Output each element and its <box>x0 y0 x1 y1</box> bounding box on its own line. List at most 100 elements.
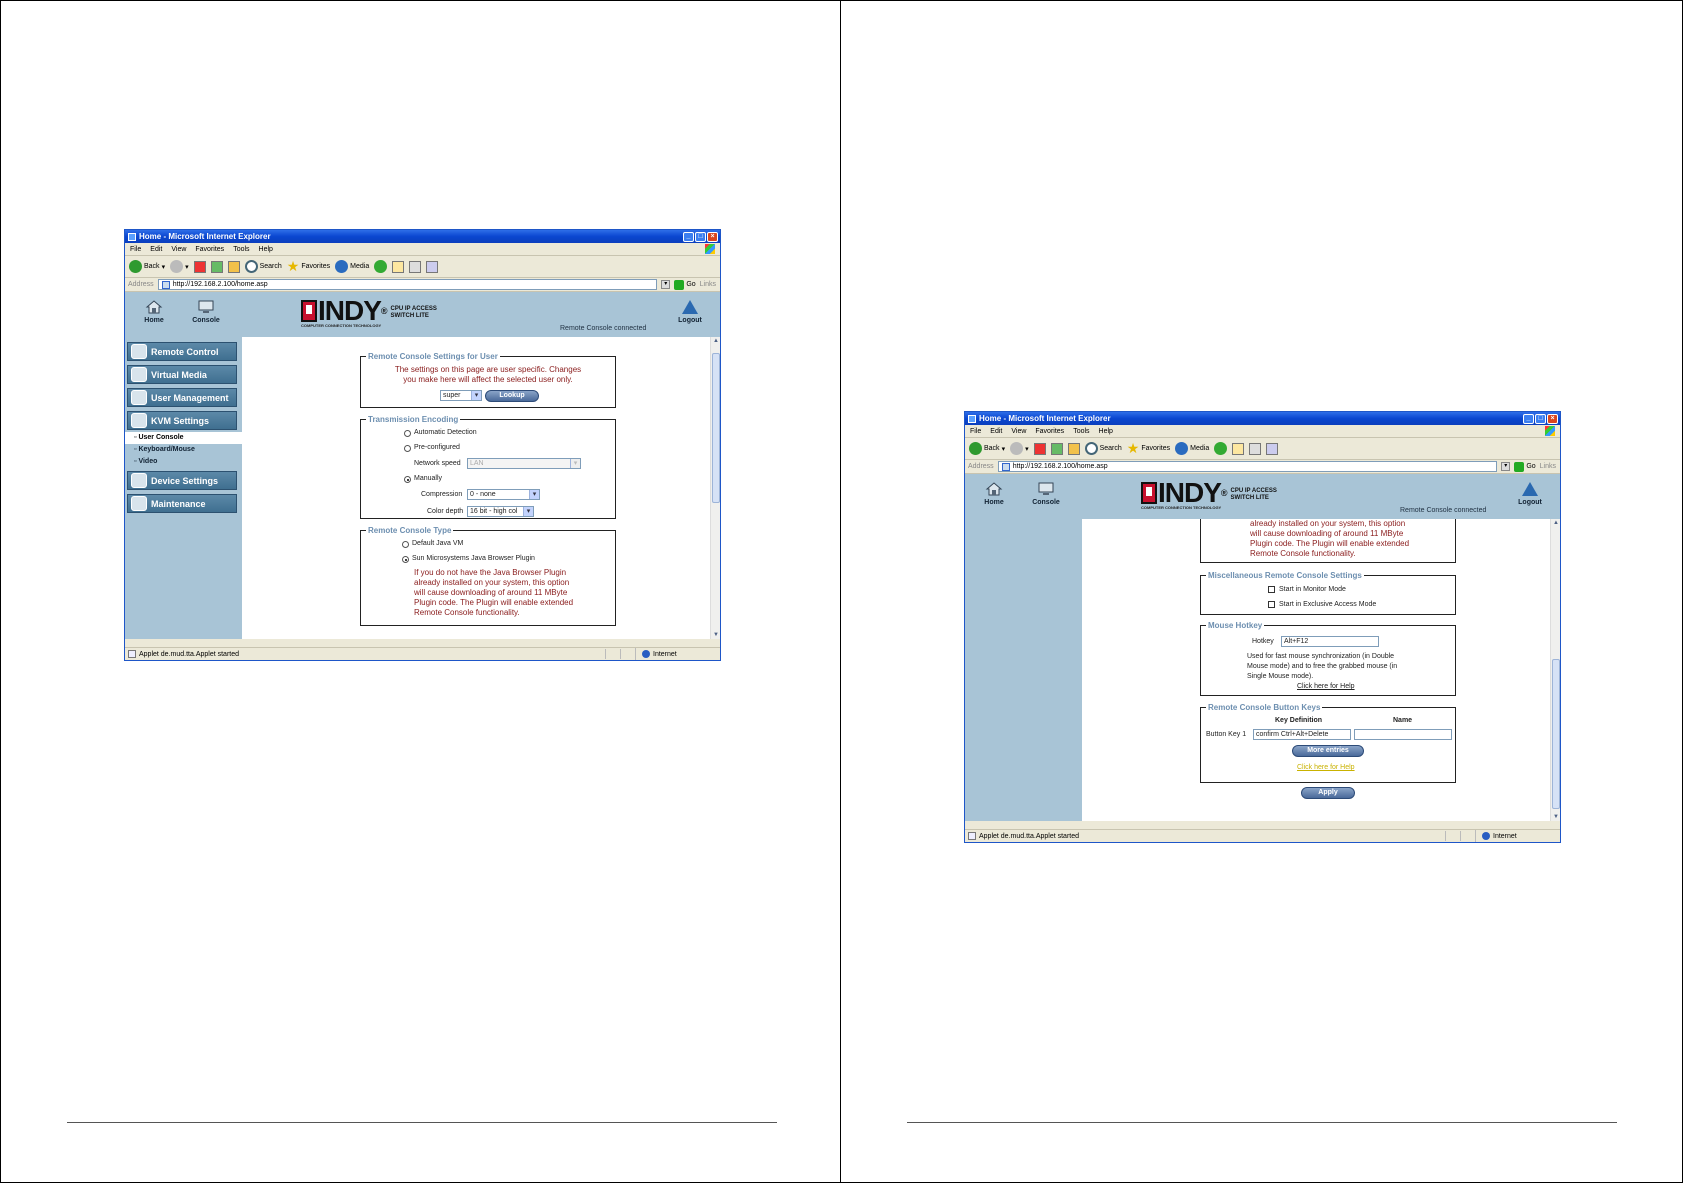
menu-tools[interactable]: Tools <box>233 246 249 253</box>
address-field[interactable]: http://192.168.2.100/home.asp <box>997 461 1498 472</box>
color-depth-label: Color depth <box>427 508 464 515</box>
media-button[interactable]: Media <box>1175 442 1209 455</box>
scroll-thumb[interactable] <box>712 353 720 503</box>
forward-button[interactable]: ▾ <box>1010 442 1029 455</box>
sidebar-item-kvm-settings[interactable]: KVM Settings <box>127 411 237 430</box>
menu-file[interactable]: File <box>130 246 141 253</box>
console-monitor-icon <box>198 300 214 313</box>
stop-icon[interactable] <box>193 260 206 273</box>
default-java-vm-radio[interactable] <box>402 541 409 548</box>
lookup-button[interactable]: Lookup <box>485 390 539 402</box>
refresh-icon[interactable] <box>210 260 223 273</box>
logout-button[interactable]: Logout <box>1514 482 1546 506</box>
maximize-button[interactable]: □ <box>1535 413 1546 424</box>
footer-rule <box>907 1122 1617 1123</box>
hotkey-input[interactable]: Alt+F12 <box>1281 636 1379 647</box>
edit-icon[interactable] <box>426 260 439 273</box>
search-button[interactable]: Search <box>1084 442 1122 455</box>
vertical-scrollbar[interactable]: ▲ ▼ <box>1550 519 1560 821</box>
section-legend: Mouse Hotkey <box>1208 621 1263 630</box>
compression-select[interactable]: 0 - none <box>467 489 540 500</box>
menu-edit[interactable]: Edit <box>990 428 1002 435</box>
links-label[interactable]: Links <box>1540 463 1560 470</box>
menu-favorites[interactable]: Favorites <box>1035 428 1064 435</box>
address-dropdown-icon[interactable]: ▾ <box>1501 462 1511 471</box>
status-divider <box>1460 831 1461 841</box>
menu-view[interactable]: View <box>171 246 186 253</box>
network-speed-select[interactable]: LAN <box>467 458 581 469</box>
button-key-1-name-input[interactable] <box>1354 729 1452 740</box>
favorites-button[interactable]: ★ Favorites <box>287 258 330 275</box>
console-nav-button[interactable]: Console <box>1026 482 1066 506</box>
home-icon[interactable] <box>227 260 240 273</box>
home-icon[interactable] <box>1067 442 1080 455</box>
sidebar-item-device-settings[interactable]: Device Settings <box>127 471 237 490</box>
sun-plugin-radio[interactable] <box>402 556 409 563</box>
hotkey-help-link[interactable]: Click here for Help <box>1297 683 1355 690</box>
sidebar-item-remote-control[interactable]: Remote Control <box>127 342 237 361</box>
sidebar-item-user-management[interactable]: User Management <box>127 388 237 407</box>
links-label[interactable]: Links <box>700 281 720 288</box>
menu-tools[interactable]: Tools <box>1073 428 1089 435</box>
close-button[interactable]: × <box>707 231 718 242</box>
console-nav-button[interactable]: Console <box>186 300 226 324</box>
favorites-button[interactable]: ★ Favorites <box>1127 440 1170 457</box>
search-button[interactable]: Search <box>244 260 282 273</box>
history-icon[interactable] <box>374 260 388 273</box>
edit-icon[interactable] <box>1266 442 1279 455</box>
sidebar-item-virtual-media[interactable]: Virtual Media <box>127 365 237 384</box>
back-button[interactable]: Back ▾ <box>129 260 165 273</box>
search-icon <box>1084 442 1098 455</box>
color-depth-select[interactable]: 16 bit - high col <box>467 506 534 517</box>
minimize-button[interactable]: _ <box>1523 413 1534 424</box>
sidebar-subitem-video[interactable]: ▫ Video <box>125 456 242 468</box>
forward-button[interactable]: ▾ <box>170 260 189 273</box>
button-key-1-definition-input[interactable]: confirm Ctrl+Alt+Delete <box>1253 729 1351 740</box>
menu-help[interactable]: Help <box>1099 428 1113 435</box>
menu-favorites[interactable]: Favorites <box>195 246 224 253</box>
window-controls: _ □ × <box>683 231 720 242</box>
automatic-detection-radio[interactable] <box>404 430 411 437</box>
address-dropdown-icon[interactable]: ▾ <box>661 280 671 289</box>
home-nav-button[interactable]: Home <box>974 482 1014 506</box>
scroll-up-icon[interactable]: ▲ <box>1552 519 1560 527</box>
close-button[interactable]: × <box>1547 413 1558 424</box>
media-button[interactable]: Media <box>335 260 369 273</box>
sidebar-subitem-user-console[interactable]: ▫ User Console <box>125 432 242 444</box>
maximize-button[interactable]: □ <box>695 231 706 242</box>
mail-icon[interactable] <box>392 260 405 273</box>
scroll-up-icon[interactable]: ▲ <box>712 337 720 345</box>
exclusive-mode-checkbox[interactable] <box>1268 601 1275 608</box>
print-icon[interactable] <box>1249 442 1262 455</box>
monitor-mode-checkbox[interactable] <box>1268 586 1275 593</box>
refresh-icon[interactable] <box>1050 442 1063 455</box>
history-icon[interactable] <box>1214 442 1228 455</box>
more-entries-button[interactable]: More entries <box>1292 745 1364 757</box>
go-button[interactable]: Go <box>674 279 696 290</box>
menu-view[interactable]: View <box>1011 428 1026 435</box>
menu-help[interactable]: Help <box>259 246 273 253</box>
vertical-scrollbar[interactable]: ▲ ▼ <box>710 337 720 639</box>
stop-icon[interactable] <box>1033 442 1046 455</box>
logout-button[interactable]: Logout <box>674 300 706 324</box>
print-icon[interactable] <box>409 260 422 273</box>
sidebar-subitem-keyboard-mouse[interactable]: ▫ Keyboard/Mouse <box>125 444 242 456</box>
scroll-down-icon[interactable]: ▼ <box>1552 813 1560 821</box>
go-button[interactable]: Go <box>1514 461 1536 472</box>
sidebar-item-maintenance[interactable]: Maintenance <box>127 494 237 513</box>
menu-file[interactable]: File <box>970 428 981 435</box>
minimize-button[interactable]: _ <box>683 231 694 242</box>
button-keys-help-link[interactable]: Click here for Help <box>1297 764 1355 771</box>
menu-edit[interactable]: Edit <box>150 246 162 253</box>
scroll-thumb[interactable] <box>1552 659 1560 809</box>
apply-button[interactable]: Apply <box>1301 787 1355 799</box>
home-nav-button[interactable]: Home <box>134 300 174 324</box>
plugin-note: already installed on your system, this o… <box>1250 519 1410 558</box>
manually-radio[interactable] <box>404 476 411 483</box>
user-select[interactable]: super <box>440 390 482 401</box>
preconfigured-radio[interactable] <box>404 445 411 452</box>
scroll-down-icon[interactable]: ▼ <box>712 631 720 639</box>
mail-icon[interactable] <box>1232 442 1245 455</box>
back-button[interactable]: Back ▾ <box>969 442 1005 455</box>
address-field[interactable]: http://192.168.2.100/home.asp <box>157 279 658 290</box>
